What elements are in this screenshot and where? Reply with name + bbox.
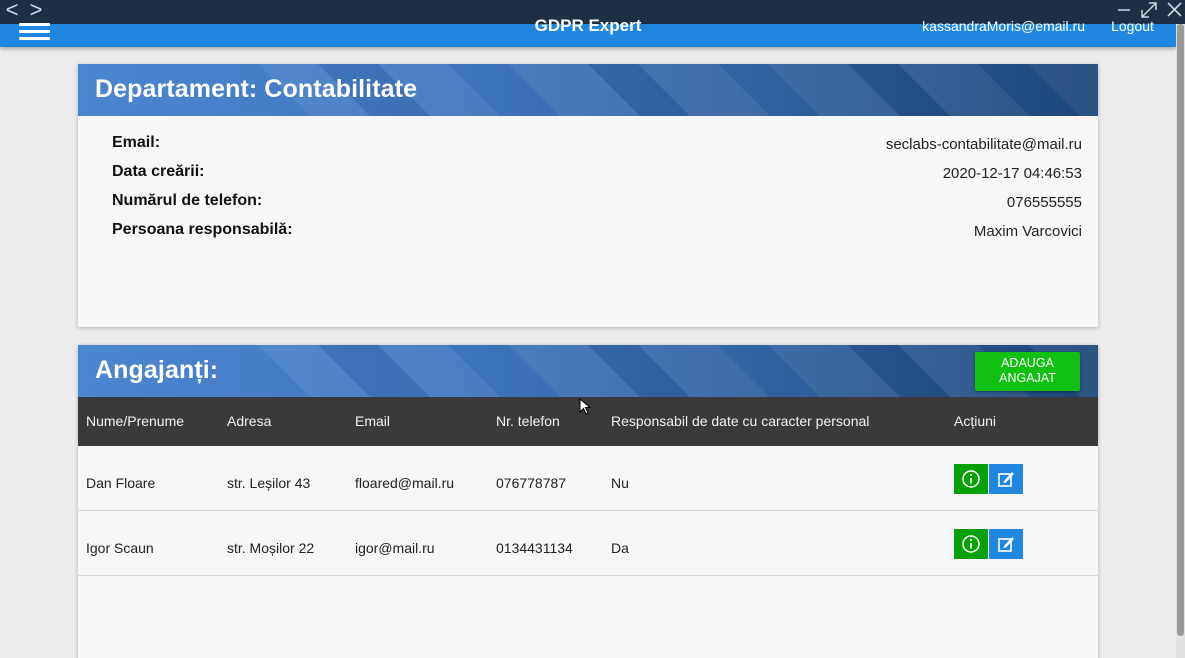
info-value: Maxim Varcovici (973, 223, 1082, 240)
employees-title: Angajanți: (95, 356, 219, 384)
info-value: seclabs-contabilitate@mail.ru (885, 136, 1082, 153)
edit-button[interactable] (989, 464, 1023, 494)
cell-address: str. Leșilor 43 (227, 475, 311, 491)
cell-phone: 076778787 (496, 475, 567, 491)
cell-email: igor@mail.ru (355, 540, 435, 556)
info-label: Persoana responsabilă: (112, 221, 293, 238)
edit-button[interactable] (989, 529, 1023, 559)
info-label: Data creării: (112, 163, 205, 180)
info-row-created: Data creării: 2020-12-17 04:46:53 (112, 163, 1082, 187)
edit-icon (998, 472, 1014, 487)
mouse-cursor-icon (579, 398, 591, 415)
info-button[interactable] (954, 529, 988, 559)
column-header: Nr. telefon (496, 413, 560, 429)
header-stripes-decoration (258, 345, 1098, 397)
table-row: Igor Scaun str. Moșilor 22 igor@mail.ru … (78, 511, 1098, 576)
logout-button[interactable]: Logout (1095, 18, 1170, 34)
info-label: Numărul de telefon: (112, 192, 263, 209)
column-header: Nume/Prenume (86, 413, 185, 429)
info-row-phone: Numărul de telefon: 076555555 (112, 192, 1082, 216)
employees-card: Angajanți: ADAUGA ANGAJAT Nume/Prenume Ad… (78, 345, 1098, 658)
cell-name: Dan Floare (86, 475, 156, 491)
cell-responsible: Nu (611, 475, 629, 491)
department-card-header: Departament: Contabilitate (78, 64, 1098, 116)
cell-responsible: Da (611, 540, 629, 556)
info-value: 076555555 (1006, 194, 1082, 211)
cell-phone: 0134431134 (496, 540, 573, 556)
user-email: kassandraMoris@email.ru (922, 18, 1085, 34)
app-bar: GDPR Expert kassandraMoris@email.ru Logo… (0, 16, 1176, 47)
info-circle-icon (962, 470, 980, 488)
employees-card-header: Angajanți: ADAUGA ANGAJAT (78, 345, 1098, 397)
cell-address: str. Moșilor 22 (227, 540, 315, 556)
info-row-responsible: Persoana responsabilă: Maxim Varcovici (112, 221, 1082, 245)
table-row: Dan Floare str. Leșilor 43 floared@mail.… (78, 446, 1098, 511)
info-button[interactable] (954, 464, 988, 494)
edit-icon (998, 537, 1014, 552)
scrollbar-thumb[interactable] (1177, 24, 1184, 636)
column-header: Adresa (227, 413, 272, 429)
column-header: Email (355, 413, 391, 429)
info-label: Email: (112, 134, 161, 151)
department-card: Departament: Contabilitate Email: seclab… (78, 64, 1098, 327)
info-circle-icon (962, 535, 980, 553)
page-scrollbar[interactable] (1176, 24, 1185, 658)
add-employee-button[interactable]: ADAUGA ANGAJAT (975, 352, 1080, 391)
column-header: Acțiuni (954, 413, 997, 429)
column-header: Responsabil de date cu caracter personal (611, 413, 870, 429)
info-value: 2020-12-17 04:46:53 (942, 165, 1082, 182)
cell-email: floared@mail.ru (355, 475, 455, 491)
cell-name: Igor Scaun (86, 540, 154, 556)
department-title: Departament: Contabilitate (95, 75, 418, 103)
info-row-email: Email: seclabs-contabilitate@mail.ru (112, 134, 1082, 158)
